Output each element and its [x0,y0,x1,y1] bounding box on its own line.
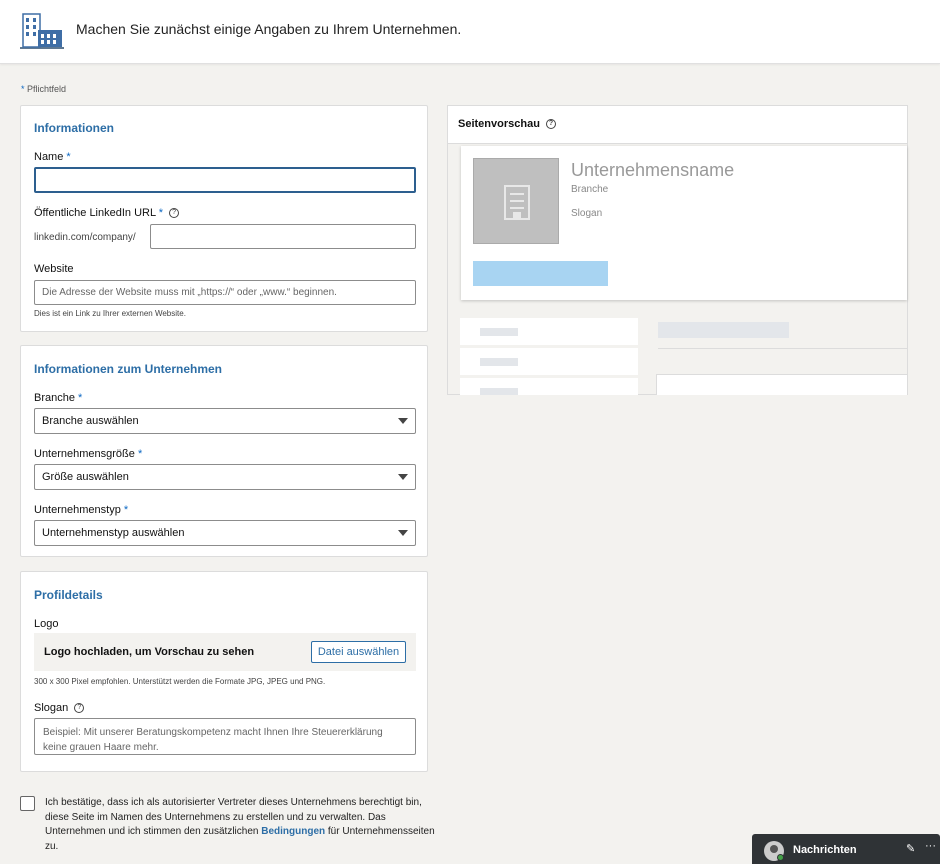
skeleton-bar [480,328,518,336]
required-note: * Pflichtfeld [21,84,66,94]
preview-industry: Branche [571,184,609,195]
industry-label: Branche * [34,392,82,404]
online-status-icon [777,854,784,861]
choose-file-button[interactable]: Datei auswählen [311,641,406,663]
help-icon[interactable]: ? [169,208,180,219]
building-placeholder-icon [504,185,530,220]
logo-label: Logo [34,618,59,630]
skeleton-content-card [656,374,907,395]
url-label-text: Öffentliche LinkedIn URL [34,207,156,219]
avatar-face [770,845,778,853]
preview-title-text: Seitenvorschau [458,118,540,130]
logo-upload-text: Logo hochladen, um Vorschau zu sehen [44,646,255,658]
terms-link[interactable]: Bedingungen [261,826,325,837]
type-label-text: Unternehmenstyp [34,504,121,516]
website-label: Website [34,263,74,275]
messaging-label: Nachrichten [793,844,857,856]
industry-label-text: Branche [34,392,75,404]
required-star: * [21,84,25,94]
name-label: Name * [34,151,71,163]
company-card: Informationen zum Unternehmen Branche * … [20,345,428,557]
skeleton-divider [658,348,907,349]
size-label-text: Unternehmensgröße [34,448,135,460]
slogan-textarea[interactable]: Beispiel: Mit unserer Beratungskompetenz… [34,718,416,755]
name-label-text: Name [34,151,64,163]
company-section-title: Informationen zum Unternehmen [34,362,223,376]
type-label: Unternehmenstyp * [34,504,128,516]
page-preview: Seitenvorschau ? Unternehmensname Branch… [447,105,908,395]
building-icon [20,13,64,49]
required-star: * [66,151,71,163]
required-star: * [158,207,164,219]
size-label: Unternehmensgröße * [34,448,142,460]
caret-down-icon [398,418,408,424]
industry-select-value: Branche auswählen [42,415,139,427]
caret-down-icon [398,474,408,480]
consent-text: Ich bestätige, dass ich als autorisierte… [45,796,435,854]
logo-hint: 300 x 300 Pixel empfohlen. Unterstützt w… [34,677,326,686]
logo-upload-area: Logo hochladen, um Vorschau zu sehen Dat… [34,633,416,671]
type-select-value: Unternehmenstyp auswählen [42,527,185,539]
url-prefix: linkedin.com/company/ [34,232,136,243]
required-star: * [78,392,83,404]
website-input[interactable]: Die Adresse der Website muss mit „https:… [34,280,416,305]
help-icon[interactable]: ? [545,119,556,130]
info-section-title: Informationen [34,121,114,135]
name-input[interactable] [34,167,416,193]
info-card: Informationen Name * Öffentliche LinkedI… [20,105,428,332]
preview-follow-button-placeholder [473,261,608,286]
messaging-bar[interactable]: Nachrichten ✎ ··· [752,834,940,864]
slogan-label-text: Slogan [34,702,69,714]
preview-header: Seitenvorschau ? [448,106,907,144]
more-options-icon[interactable]: ··· [925,840,936,852]
required-star: * [123,504,129,516]
url-label: Öffentliche LinkedIn URL * ? [34,207,180,219]
top-header: Machen Sie zunächst einige Angaben zu Ih… [0,0,940,64]
industry-select[interactable]: Branche auswählen [34,408,416,434]
avatar [764,841,784,861]
preview-slogan: Slogan [571,208,603,219]
profile-section-title: Profildetails [34,588,103,602]
caret-down-icon [398,530,408,536]
required-star: * [137,448,143,460]
consent-checkbox[interactable] [20,796,35,811]
linkedin-url-input[interactable] [150,224,416,249]
skeleton-bar [480,358,518,366]
page-title: Machen Sie zunächst einige Angaben zu Ih… [76,21,462,37]
size-select-value: Größe auswählen [42,471,129,483]
required-note-text: Pflichtfeld [27,84,67,94]
help-icon[interactable]: ? [74,703,85,714]
preview-company-name: Unternehmensname [571,160,735,180]
compose-icon[interactable]: ✎ [906,842,915,855]
logo-placeholder [473,158,559,244]
size-select[interactable]: Größe auswählen [34,464,416,490]
skeleton-heading-bar [658,322,789,338]
skeleton-bar [480,388,518,395]
profile-card: Profildetails Logo Logo hochladen, um Vo… [20,571,428,772]
preview-title: Seitenvorschau ? [458,118,556,130]
type-select[interactable]: Unternehmenstyp auswählen [34,520,416,546]
slogan-label: Slogan ? [34,702,85,714]
preview-card: Unternehmensname Branche Slogan [461,146,907,300]
website-hint: Dies ist ein Link zu Ihrer externen Webs… [34,309,186,318]
